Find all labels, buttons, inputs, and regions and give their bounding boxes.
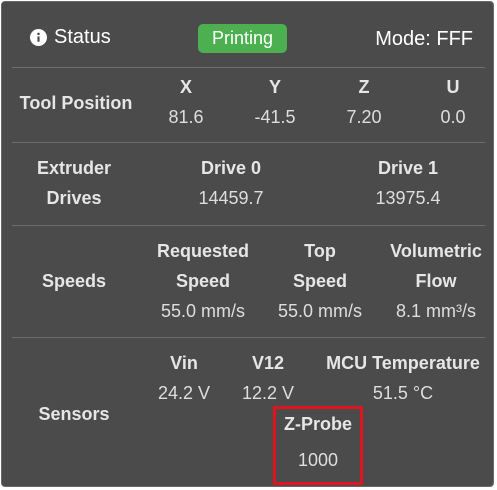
top-speed-value: 55.0 mm/s: [277, 301, 363, 321]
zprobe-header: Z-Probe: [283, 414, 352, 434]
tool-position-row: Tool Position X 81.6 Y -41.5 Z 7.20 U 0.…: [12, 67, 485, 143]
extruder-label-line1: Extruder: [36, 158, 112, 178]
volumetric-flow-header-line1: Volumetric: [390, 241, 482, 261]
drive-1-value: 13975.4: [375, 188, 441, 208]
status-panel: Status Printing Mode: FFF Tool Position …: [1, 1, 494, 487]
extruder-drives-row: Extruder Drives Drive 0 14459.7 Drive 1 …: [12, 142, 485, 226]
extruder-label-line2: Drives: [46, 188, 102, 208]
sensors-label: Sensors: [38, 404, 110, 424]
drive-1-header: Drive 1: [377, 158, 439, 178]
mcu-temperature-header: MCU Temperature: [326, 353, 480, 373]
speeds-label: Speeds: [41, 271, 107, 291]
mode-indicator: Mode: FFF: [375, 28, 473, 50]
axis-x-header: X: [179, 77, 192, 97]
requested-speed-header-line2: Speed: [175, 271, 231, 291]
status-title: Status: [30, 26, 111, 49]
volumetric-flow-header-line2: Flow: [415, 271, 457, 291]
v12-value: 12.2 V: [241, 383, 295, 403]
axis-z-value: 7.20: [346, 107, 382, 127]
zprobe-value: 1000: [297, 450, 339, 470]
status-label: Status: [54, 26, 111, 48]
axis-y-value: -41.5: [254, 107, 296, 127]
speeds-row: Speeds Requested Speed 55.0 mm/s Top Spe…: [12, 225, 485, 338]
axis-x-value: 81.6: [168, 107, 204, 127]
top-speed-header-line2: Speed: [292, 271, 348, 291]
vin-header: Vin: [170, 353, 198, 373]
sensors-row: Sensors Vin 24.2 V V12 12.2 V MCU Temper…: [12, 337, 485, 488]
axis-u-value: 0.0: [440, 107, 466, 127]
info-icon: [30, 29, 47, 46]
mcu-temperature-value: 51.5 °C: [372, 383, 434, 403]
v12-header: V12: [251, 353, 285, 373]
drive-0-value: 14459.7: [198, 188, 264, 208]
drive-0-header: Drive 0: [200, 158, 262, 178]
vin-value: 24.2 V: [157, 383, 211, 403]
axis-y-header: Y: [268, 77, 281, 97]
volumetric-flow-value: 8.1 mm³/s: [395, 301, 476, 321]
requested-speed-header-line1: Requested: [156, 241, 250, 261]
axis-z-header: Z: [358, 77, 370, 97]
tool-position-label: Tool Position: [19, 93, 133, 113]
status-badge: Printing: [198, 24, 287, 53]
requested-speed-value: 55.0 mm/s: [160, 301, 246, 321]
top-speed-header-line1: Top: [304, 241, 336, 261]
status-header: Status Printing Mode: FFF: [2, 2, 493, 74]
axis-u-header: U: [446, 77, 460, 97]
